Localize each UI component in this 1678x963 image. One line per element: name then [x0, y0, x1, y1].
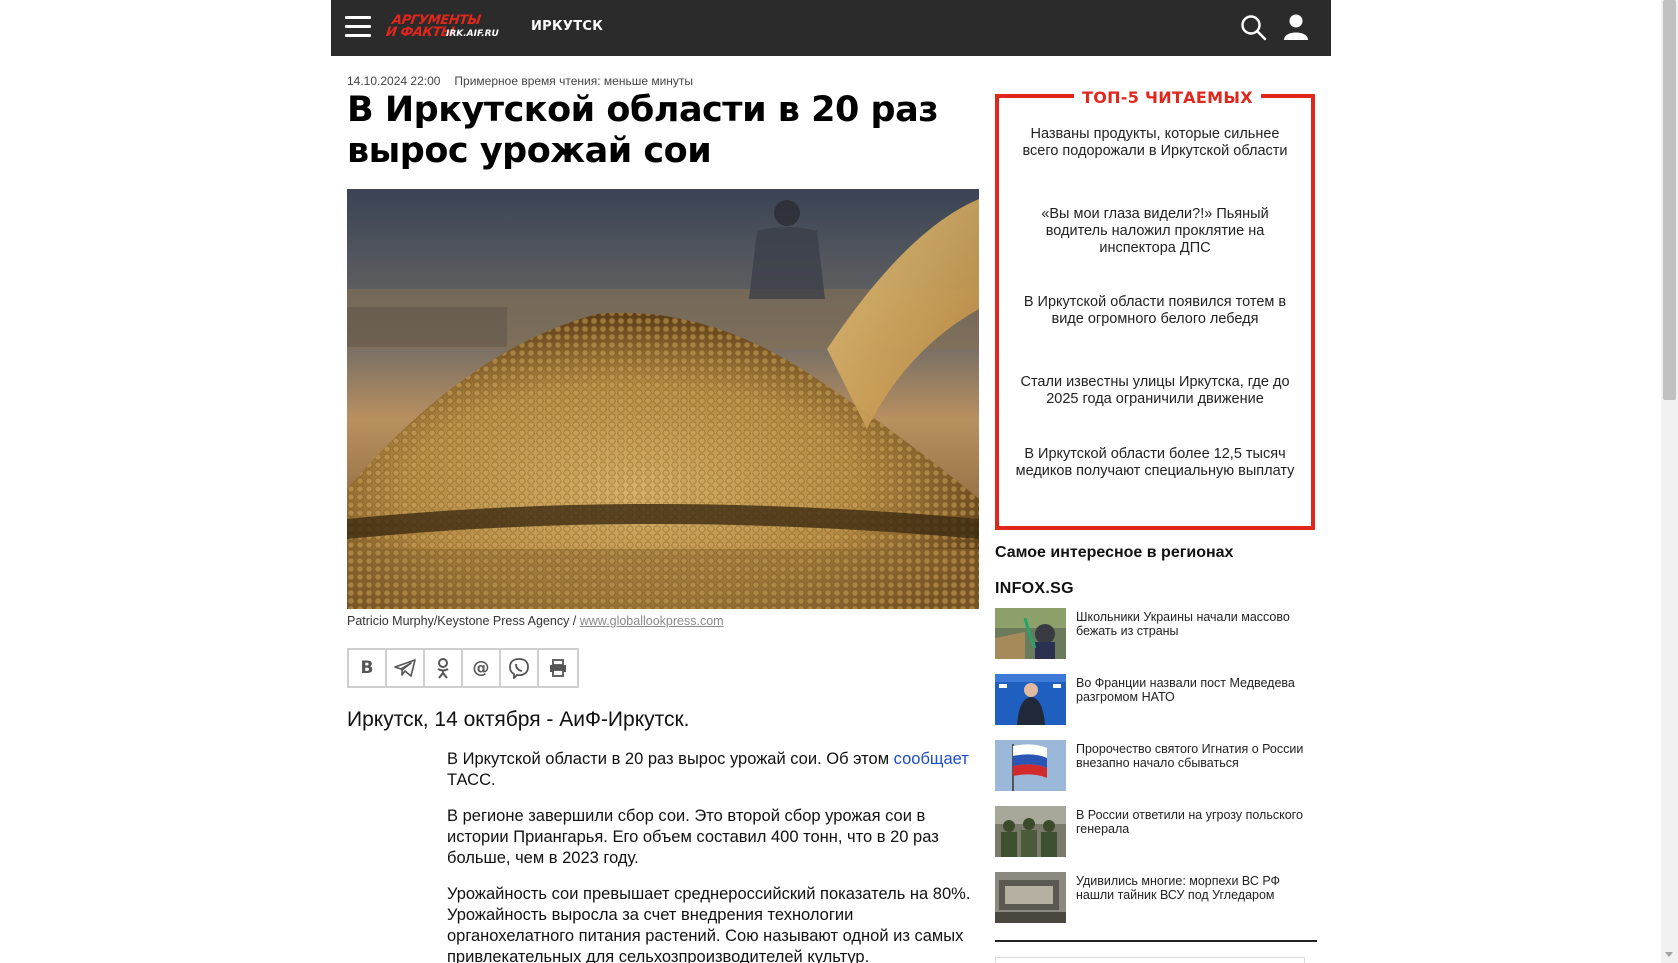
vk-icon: В [360, 658, 374, 678]
top5-title: ТОП-5 ЧИТАЕМЫХ [1074, 88, 1261, 107]
page-scrollbar[interactable] [1661, 0, 1678, 963]
share-telegram-button[interactable] [387, 650, 425, 686]
news-headline: Во Франции назвали пост Медведева разгро… [1076, 676, 1295, 704]
infox-source-label[interactable]: INFOX.SG [995, 580, 1074, 598]
mail-icon: @ [472, 658, 490, 678]
article-lead: Иркутск, 14 октября - АиФ-Иркутск. [347, 708, 690, 731]
regions-heading: Самое интересное в регионах [995, 544, 1234, 561]
photo-caption: Patricio Murphy/Keystone Press Agency / … [347, 614, 724, 628]
paragraph-1-text: В Иркутской области в 20 раз вырос урожа… [447, 750, 894, 768]
site-logo[interactable]: АРГУМЕНТЫ И ФАКТЫ IRK.AIF.RU [384, 13, 506, 43]
news-headline: Школьники Украины начали массово бежать … [1076, 610, 1290, 638]
section-divider [995, 940, 1317, 942]
logo-domain: IRK.AIF.RU [446, 29, 499, 39]
paragraph-1: В Иркутской области в 20 раз вырос урожа… [447, 749, 977, 791]
article-body: В Иркутской области в 20 раз вырос урожа… [447, 749, 977, 963]
logo-line-2: И ФАКТЫ [384, 25, 455, 40]
paragraph-1-tail: ТАСС. [447, 771, 496, 789]
viber-icon [509, 658, 529, 679]
scroll-down-arrow-icon[interactable] [1665, 952, 1673, 957]
print-button[interactable] [539, 650, 577, 686]
scrollbar-thumb[interactable] [1663, 0, 1676, 400]
news-headline: В России ответили на угрозу польского ге… [1076, 808, 1303, 836]
next-block-edge [995, 957, 1305, 963]
paragraph-3: Урожайность сои превышает среднероссийск… [447, 885, 971, 963]
page: АРГУМЕНТЫ И ФАКТЫ IRK.AIF.RU ИРКУТСК 14.… [0, 0, 1678, 963]
top-navigation-bar: АРГУМЕНТЫ И ФАКТЫ IRK.AIF.RU ИРКУТСК [331, 0, 1331, 56]
news-thumbnail [995, 872, 1066, 923]
top5-item[interactable]: Названы продукты, которые сильнее всего … [1015, 126, 1295, 160]
news-thumbnail [995, 608, 1066, 659]
telegram-icon [394, 659, 416, 677]
region-news-item[interactable]: Удивились многие: морпехи ВС РФ нашли та… [995, 872, 1315, 924]
source-link[interactable]: сообщает [894, 750, 969, 768]
photo-source-link[interactable]: www.globallookpress.com [580, 614, 724, 628]
photo-credit: Patricio Murphy/Keystone Press Agency / [347, 614, 580, 628]
search-icon[interactable] [1240, 14, 1268, 42]
news-headline: Пророчество святого Игнатия о России вне… [1076, 742, 1304, 770]
share-mail-button[interactable]: @ [463, 650, 501, 686]
share-vk-button[interactable]: В [349, 650, 387, 686]
top5-item[interactable]: «Вы мои глаза видели?!» Пьяный водитель … [1015, 206, 1295, 257]
paragraph-2: В регионе завершили сбор сои. Это второй… [447, 807, 939, 867]
news-thumbnail [995, 740, 1066, 791]
region-news-item[interactable]: В России ответили на угрозу польского ге… [995, 806, 1315, 858]
news-thumbnail [995, 806, 1066, 857]
article-meta: 14.10.2024 22:00 Примерное время чтения: … [347, 74, 693, 88]
menu-icon[interactable] [345, 16, 371, 38]
region-news-item[interactable]: Пророчество святого Игнатия о России вне… [995, 740, 1315, 792]
user-icon[interactable] [1282, 13, 1310, 41]
share-bar: В @ [347, 648, 579, 688]
news-thumbnail [995, 674, 1066, 725]
article-photo [347, 189, 979, 609]
top5-item[interactable]: В Иркутской области более 12,5 тысяч мед… [1015, 446, 1295, 480]
news-headline: Удивились многие: морпехи ВС РФ нашли та… [1076, 874, 1281, 902]
article-date: 14.10.2024 22:00 [347, 74, 441, 88]
region-news-item[interactable]: Школьники Украины начали массово бежать … [995, 608, 1315, 660]
printer-icon [550, 659, 566, 677]
reading-time: Примерное время чтения: меньше минуты [454, 74, 694, 88]
top5-item[interactable]: Стали известны улицы Иркутска, где до 20… [1015, 374, 1295, 408]
odnoklassniki-icon [437, 658, 449, 679]
city-link[interactable]: ИРКУТСК [531, 19, 603, 34]
article-title: В Иркутской области в 20 раз вырос урожа… [347, 90, 939, 171]
top5-item[interactable]: В Иркутской области появился тотем в вид… [1015, 294, 1295, 328]
share-viber-button[interactable] [501, 650, 539, 686]
region-news-item[interactable]: Во Франции назвали пост Медведева разгро… [995, 674, 1315, 726]
share-ok-button[interactable] [425, 650, 463, 686]
top5-box: ТОП-5 ЧИТАЕМЫХ Названы продукты, которые… [995, 88, 1315, 530]
